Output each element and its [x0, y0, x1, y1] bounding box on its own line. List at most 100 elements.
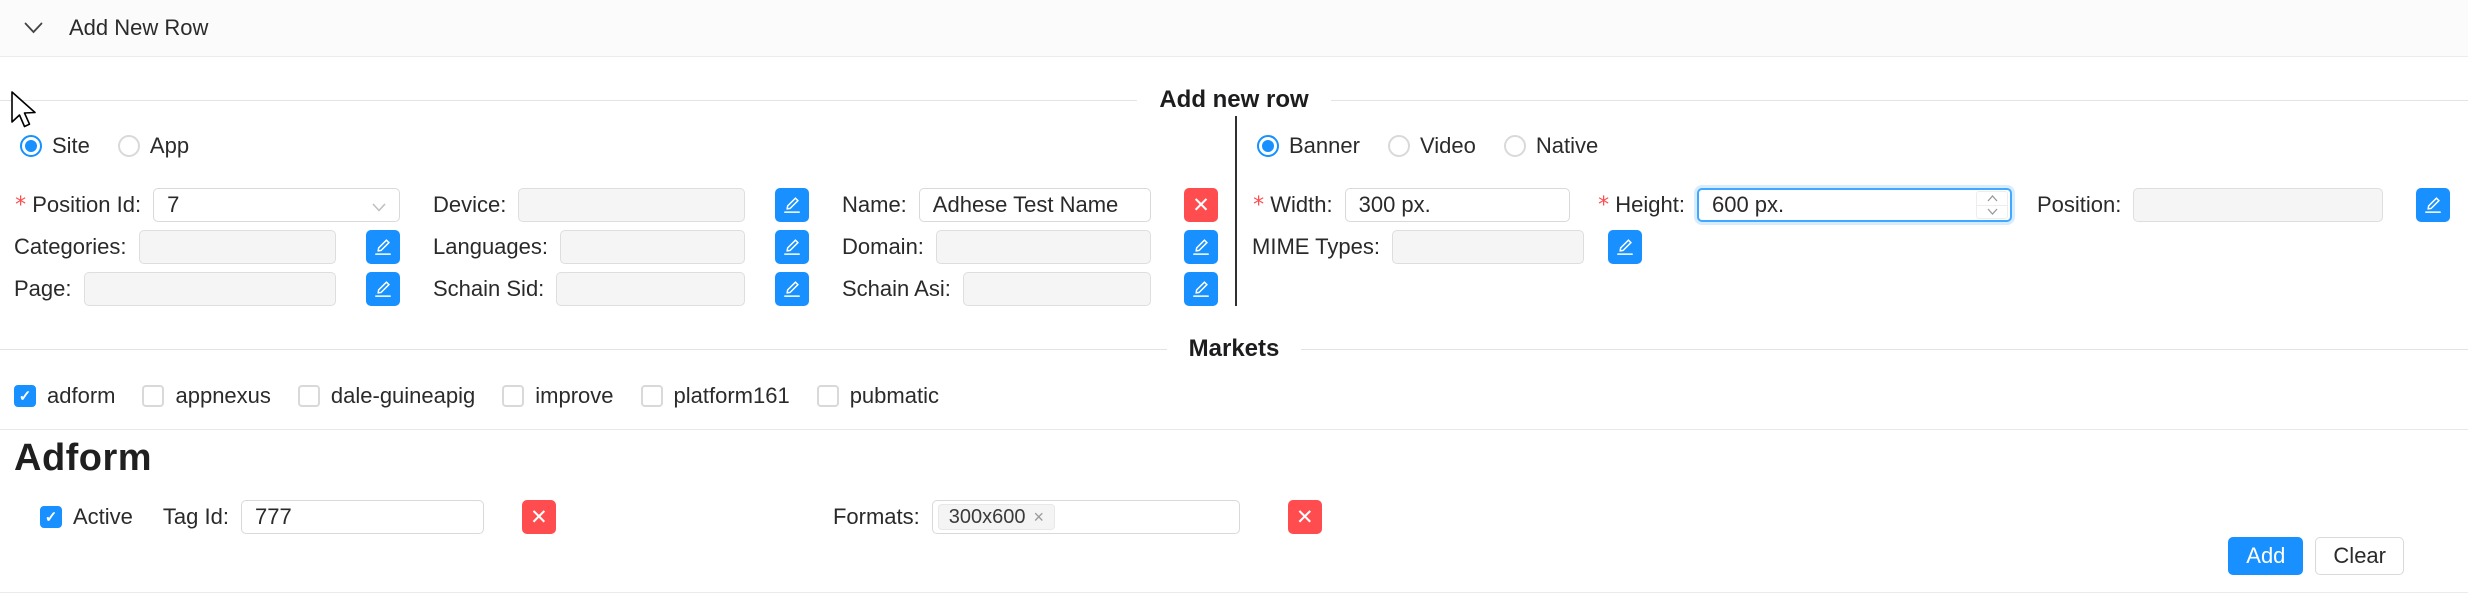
edit-icon: [782, 279, 802, 299]
formats-input[interactable]: 300x600 ×: [932, 500, 1240, 534]
schain-asi-input: [963, 272, 1151, 306]
checkbox-appnexus-label: appnexus: [175, 383, 270, 409]
categories-field: Categories:: [14, 230, 400, 264]
spinner-down-button[interactable]: [1977, 206, 2007, 219]
radio-circle-icon: [20, 135, 42, 157]
field-row: MIME Types:: [1237, 230, 2468, 264]
field-row: * Position Id: 7 Device:: [0, 188, 1235, 222]
tag-id-input[interactable]: [241, 500, 484, 534]
radio-native-label: Native: [1536, 133, 1598, 159]
checkbox-improve-label: improve: [535, 383, 613, 409]
panel-bottom-border: [0, 592, 2468, 593]
checkbox-improve[interactable]: improve: [502, 383, 613, 409]
domain-label: Domain:: [842, 234, 924, 260]
name-remove-button[interactable]: ✕: [1184, 188, 1218, 222]
categories-input: [139, 230, 336, 264]
radio-site[interactable]: Site: [20, 133, 90, 159]
radio-native[interactable]: Native: [1504, 133, 1598, 159]
domain-input: [936, 230, 1151, 264]
formats-remove-button[interactable]: ✕: [1288, 500, 1322, 534]
radio-video[interactable]: Video: [1388, 133, 1476, 159]
height-field: * Height:: [1597, 188, 2012, 222]
edit-icon: [1615, 237, 1635, 257]
collapse-header[interactable]: Add New Row: [0, 0, 2468, 57]
width-field: * Width:: [1252, 188, 1570, 222]
radio-video-label: Video: [1420, 133, 1476, 159]
mime-types-input: [1392, 230, 1584, 264]
device-field: Device:: [433, 188, 809, 222]
panel-body: Add new row Site App: [0, 84, 2468, 593]
edit-icon: [1191, 279, 1211, 299]
close-icon: ✕: [530, 505, 548, 530]
position-label: Position:: [2037, 192, 2121, 218]
tag-id-remove-button[interactable]: ✕: [522, 500, 556, 534]
checkbox-platform161-label: platform161: [674, 383, 790, 409]
checkbox-appnexus[interactable]: appnexus: [142, 383, 270, 409]
width-input[interactable]: [1345, 188, 1570, 222]
ad-type-radio-group: Banner Video Native: [1237, 130, 2468, 162]
name-label: Name:: [842, 192, 907, 218]
markets-title: Markets: [1167, 335, 1302, 363]
required-marker: *: [1252, 193, 1265, 218]
spinner-up-button[interactable]: [1977, 192, 2007, 206]
name-field: Name: ✕: [842, 188, 1218, 222]
field-row: Page: Schain Sid: Schain: [0, 272, 1235, 306]
panel-title: Add New Row: [69, 15, 208, 41]
languages-input: [560, 230, 745, 264]
schain-asi-edit-button[interactable]: [1184, 272, 1218, 306]
height-input[interactable]: [1697, 188, 2012, 222]
radio-circle-icon: [1388, 135, 1410, 157]
active-label: Active: [73, 504, 133, 530]
page-edit-button[interactable]: [366, 272, 400, 306]
adform-section-title: Adform: [14, 437, 2468, 480]
field-row-empty: [1237, 272, 2468, 306]
checkbox-pubmatic[interactable]: pubmatic: [817, 383, 939, 409]
languages-field: Languages:: [433, 230, 809, 264]
tag-close-icon[interactable]: ×: [1034, 507, 1045, 528]
checkbox-icon: [641, 385, 663, 407]
height-label: Height:: [1615, 192, 1685, 218]
add-new-row-divider: Add new row: [0, 84, 2468, 116]
page-field: Page:: [14, 272, 400, 306]
checkbox-icon: [817, 385, 839, 407]
device-edit-button[interactable]: [775, 188, 809, 222]
position-id-select[interactable]: 7: [153, 188, 400, 222]
divider-line: [1301, 349, 2468, 350]
clear-button[interactable]: Clear: [2315, 537, 2404, 575]
position-edit-button[interactable]: [2416, 188, 2450, 222]
close-icon: ✕: [1296, 505, 1314, 530]
schain-sid-field: Schain Sid:: [433, 272, 809, 306]
radio-circle-icon: [118, 135, 140, 157]
checkbox-pubmatic-label: pubmatic: [850, 383, 939, 409]
checkbox-adform[interactable]: ✓ adform: [14, 383, 115, 409]
radio-banner-label: Banner: [1289, 133, 1360, 159]
checkbox-platform161[interactable]: platform161: [641, 383, 790, 409]
languages-edit-button[interactable]: [775, 230, 809, 264]
formats-label: Formats:: [833, 504, 920, 530]
name-input[interactable]: [919, 188, 1151, 222]
formats-field: Formats: 300x600 × ✕: [803, 500, 1322, 534]
device-input: [518, 188, 745, 222]
edit-icon: [373, 279, 393, 299]
radio-site-label: Site: [52, 133, 90, 159]
chevron-down-icon: [24, 22, 43, 34]
format-tag: 300x600 ×: [938, 504, 1055, 530]
site-column: Site App * Position Id: 7: [0, 116, 1235, 306]
add-button[interactable]: Add: [2228, 537, 2303, 575]
required-marker: *: [14, 193, 27, 218]
checkbox-checked-icon: ✓: [14, 385, 36, 407]
radio-app[interactable]: App: [118, 133, 189, 159]
categories-edit-button[interactable]: [366, 230, 400, 264]
schain-sid-edit-button[interactable]: [775, 272, 809, 306]
chevron-down-icon: [372, 192, 386, 218]
position-id-label: Position Id:: [32, 192, 141, 218]
radio-circle-icon: [1257, 135, 1279, 157]
radio-banner[interactable]: Banner: [1257, 133, 1360, 159]
checkbox-active[interactable]: ✓ Active: [40, 504, 133, 530]
domain-edit-button[interactable]: [1184, 230, 1218, 264]
form-columns: Site App * Position Id: 7: [0, 116, 2468, 306]
categories-label: Categories:: [14, 234, 127, 260]
checkbox-dale-guineapig[interactable]: dale-guineapig: [298, 383, 475, 409]
radio-circle-icon: [1504, 135, 1526, 157]
mime-types-edit-button[interactable]: [1608, 230, 1642, 264]
